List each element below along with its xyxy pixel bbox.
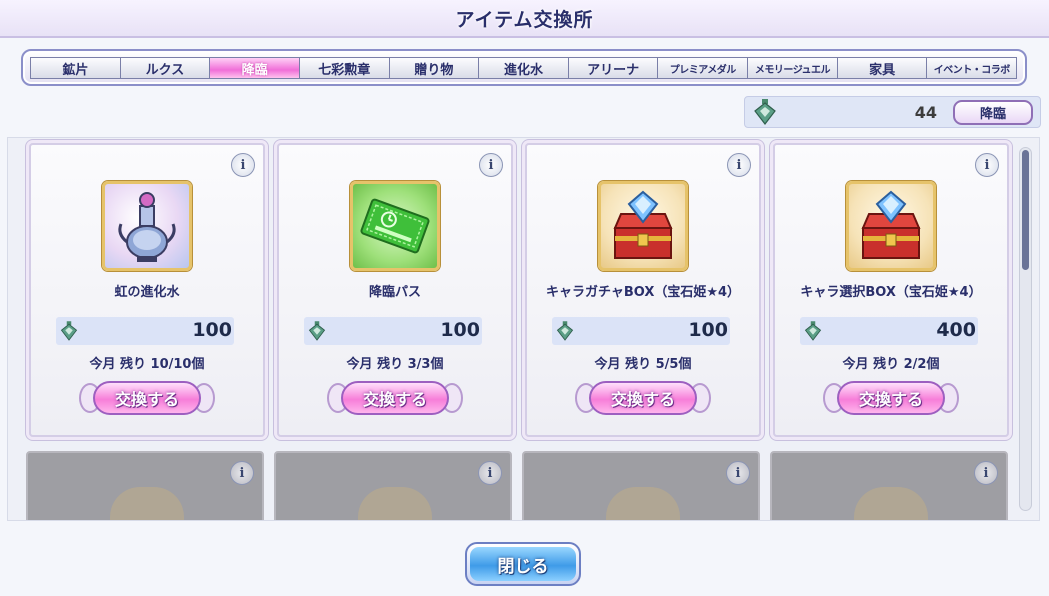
item-card: i 虹の進化水 100 今月 残り 10/10個 交換する	[29, 143, 265, 437]
item-price: 400	[800, 317, 978, 345]
item-card: i キャラガチャBOX（宝石姫★4） 100 今月 残り 5/5個 交換する	[525, 143, 761, 437]
locked-item-card: i	[522, 451, 760, 520]
item-price: 100	[304, 317, 482, 345]
item-remaining: 今月 残り 3/3個	[346, 357, 444, 372]
item-name: 降臨パス	[368, 285, 421, 300]
tab-item[interactable]: 降臨	[209, 57, 300, 79]
info-icon[interactable]: i	[975, 153, 999, 177]
exchange-button[interactable]: 交換する	[327, 376, 463, 420]
exchange-button[interactable]: 交換する	[575, 376, 711, 420]
exchange-button-label[interactable]: 交換する	[589, 381, 697, 415]
item-name: キャラガチャBOX（宝石姫★4）	[545, 285, 741, 300]
item-card: i キャラ選択BOX（宝石姫★4） 400 今月 残り 2/2個 交換する	[773, 143, 1009, 437]
advent-pass-ticket-icon	[350, 181, 440, 271]
locked-item-card: i	[26, 451, 264, 520]
item-remaining: 今月 残り 5/5個	[594, 357, 692, 372]
character-silhouette	[854, 487, 928, 520]
page-title: アイテム交換所	[455, 9, 594, 31]
info-icon[interactable]: i	[478, 461, 502, 485]
scrollbar[interactable]	[1019, 147, 1032, 511]
item-card: i 降臨パス 100 今月 残り 3/3個 交換する	[277, 143, 513, 437]
item-remaining: 今月 残り 2/2個	[842, 357, 940, 372]
currency-gem-icon	[60, 321, 78, 341]
info-icon[interactable]: i	[974, 461, 998, 485]
exchange-button[interactable]: 交換する	[79, 376, 215, 420]
close-button-label[interactable]: 閉じる	[470, 547, 576, 581]
rainbow-evolution-water-icon	[102, 181, 192, 271]
exchange-button[interactable]: 交換する	[823, 376, 959, 420]
item-price: 100	[552, 317, 730, 345]
item-name: 虹の進化水	[114, 285, 180, 300]
info-icon[interactable]: i	[727, 153, 751, 177]
currency-gem-icon	[804, 321, 822, 341]
currency-gem-icon	[556, 321, 574, 341]
item-price-value: 100	[440, 319, 480, 341]
exchange-button-label[interactable]: 交換する	[93, 381, 201, 415]
item-grid-panel: i 虹の進化水 100 今月 残り 10/10個 交換する i 降臨パス 100…	[7, 137, 1040, 521]
item-price-value: 100	[192, 319, 232, 341]
info-icon[interactable]: i	[230, 461, 254, 485]
tab-item[interactable]: イベント・コラボ	[926, 57, 1018, 79]
character-silhouette	[110, 487, 184, 520]
locked-item-card: i	[770, 451, 1008, 520]
currency-display: 44 降臨	[744, 96, 1041, 128]
info-icon[interactable]: i	[726, 461, 750, 485]
tab-item[interactable]: 鉱片	[30, 57, 121, 79]
tab-item[interactable]: 進化水	[478, 57, 569, 79]
tab-item[interactable]: ルクス	[119, 57, 211, 79]
locked-item-card: i	[274, 451, 512, 520]
item-price: 100	[56, 317, 234, 345]
category-tab-bar: 鉱片 ルクス 降臨 七彩勲章 贈り物 進化水 アリーナ プレミアメダル メモリージュエル 家具 イベ…	[21, 49, 1027, 86]
currency-gem-icon	[754, 99, 776, 125]
currency-amount: 44	[914, 103, 937, 122]
item-remaining: 今月 残り 10/10個	[89, 357, 205, 372]
info-icon[interactable]: i	[479, 153, 503, 177]
item-price-value: 100	[688, 319, 728, 341]
treasure-chest-icon	[598, 181, 688, 271]
tab-item[interactable]: 贈り物	[388, 57, 480, 79]
exchange-button-label[interactable]: 交換する	[837, 381, 945, 415]
tab-item[interactable]: メモリージュエル	[747, 57, 838, 79]
tab-item[interactable]: 七彩勲章	[298, 57, 390, 79]
tab-item[interactable]: プレミアメダル	[657, 57, 749, 79]
close-button[interactable]: 閉じる	[465, 542, 581, 586]
currency-source-button[interactable]: 降臨	[953, 100, 1033, 125]
item-name: キャラ選択BOX（宝石姫★4）	[800, 285, 982, 300]
tab-item[interactable]: 家具	[836, 57, 928, 79]
character-silhouette	[606, 487, 680, 520]
title-bar: アイテム交換所	[0, 0, 1049, 38]
character-silhouette	[358, 487, 432, 520]
exchange-button-label[interactable]: 交換する	[341, 381, 449, 415]
tab-item[interactable]: アリーナ	[567, 57, 659, 79]
scrollbar-thumb[interactable]	[1022, 150, 1029, 270]
info-icon[interactable]: i	[231, 153, 255, 177]
item-price-value: 400	[936, 319, 976, 341]
currency-gem-icon	[308, 321, 326, 341]
treasure-chest-icon	[846, 181, 936, 271]
